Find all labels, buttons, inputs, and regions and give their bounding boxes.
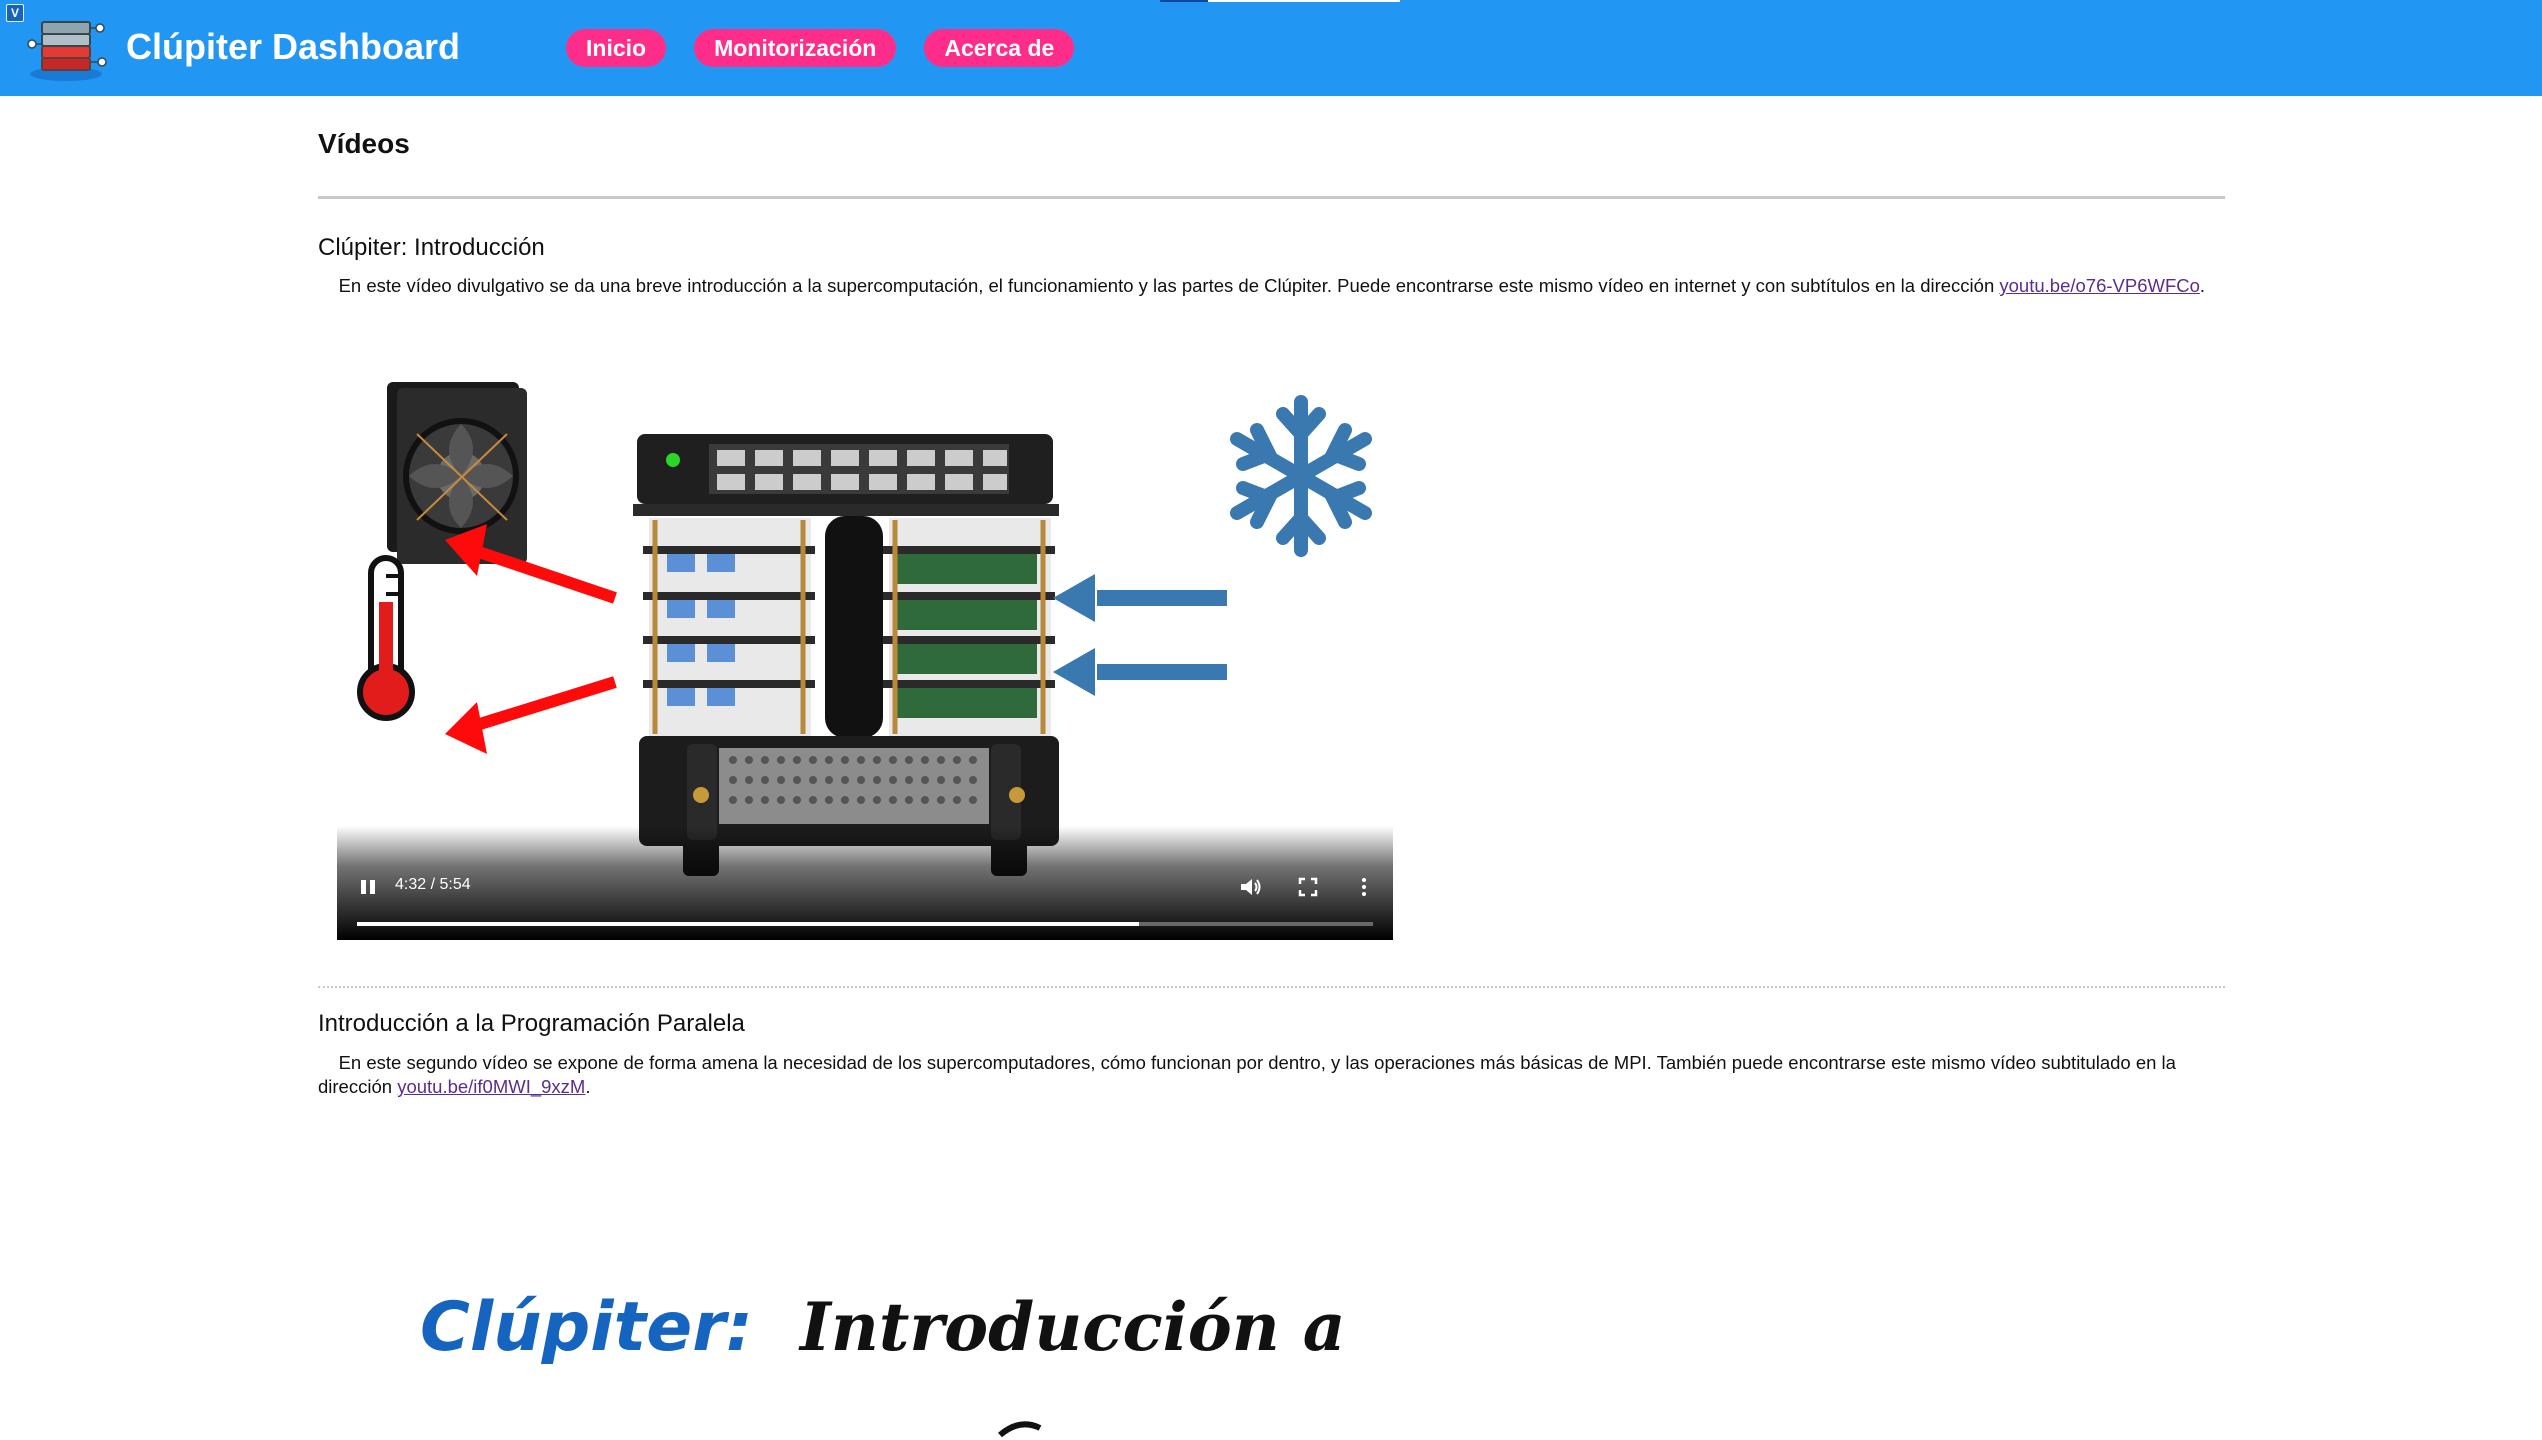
snowflake-icon: [1230, 395, 1372, 557]
nav-acerca-de[interactable]: Acerca de: [924, 29, 1075, 67]
video-1-link[interactable]: youtu.be/o76-VP6WFCo: [1999, 275, 2200, 296]
heat-arrows: [445, 524, 617, 754]
more-options-icon[interactable]: [1351, 874, 1377, 900]
video-1-description: En este vídeo divulgativo se da una brev…: [318, 274, 2225, 298]
video-separator: [318, 986, 2225, 988]
video-2-description-text: En este segundo vídeo se expone de forma…: [318, 1052, 2176, 1097]
nav-monitorizacion[interactable]: Monitorización: [694, 29, 897, 67]
cool-air-arrows: [1053, 574, 1227, 696]
video-1-description-text: En este vídeo divulgativo se da una brev…: [338, 275, 2000, 296]
section-divider: [318, 196, 2225, 199]
video-time: 4:32 / 5:54: [395, 876, 471, 893]
preview-text-a: Clúpiter:: [420, 1290, 753, 1367]
video-1-description-end: .: [2199, 275, 2206, 296]
handwriting-stroke: [998, 1421, 1042, 1438]
clupiter-logo-icon[interactable]: [22, 14, 110, 84]
preview-text-b: Introducción a: [798, 1290, 1345, 1366]
cluster-illustration: [633, 434, 1059, 876]
brand-title[interactable]: Clúpiter Dashboard: [126, 26, 460, 68]
tab-indicator-accent: [1160, 0, 1208, 2]
video-2-description: En este segundo vídeo se expone de forma…: [318, 1051, 2225, 1099]
main-nav: Inicio Monitorización Acerca de: [566, 29, 1075, 67]
top-navbar: V Clúpiter Dashboard Inicio Monitorizaci…: [0, 0, 2542, 96]
video-player-1[interactable]: 4:32 / 5:54: [337, 340, 1393, 940]
video-progress-fill: [357, 922, 1140, 926]
video-2-title: Introducción a la Programación Paralela: [318, 1010, 745, 1037]
thermometer-icon: [357, 555, 415, 721]
page-title: Vídeos: [318, 128, 410, 159]
pause-icon[interactable]: [357, 876, 379, 898]
video-player-2-preview[interactable]: Clúpiter: Introducción a: [420, 1290, 1420, 1440]
video-1-title: Clúpiter: Introducción: [318, 234, 545, 261]
video-controls: 4:32 / 5:54: [337, 826, 1393, 940]
nav-inicio[interactable]: Inicio: [566, 29, 667, 67]
video-2-link[interactable]: youtu.be/if0MWI_9xzM: [397, 1076, 585, 1097]
video-2-description-end: .: [585, 1076, 591, 1097]
video-progress-bar[interactable]: [357, 922, 1373, 926]
volume-icon[interactable]: [1237, 874, 1263, 900]
fullscreen-icon[interactable]: [1295, 874, 1321, 900]
